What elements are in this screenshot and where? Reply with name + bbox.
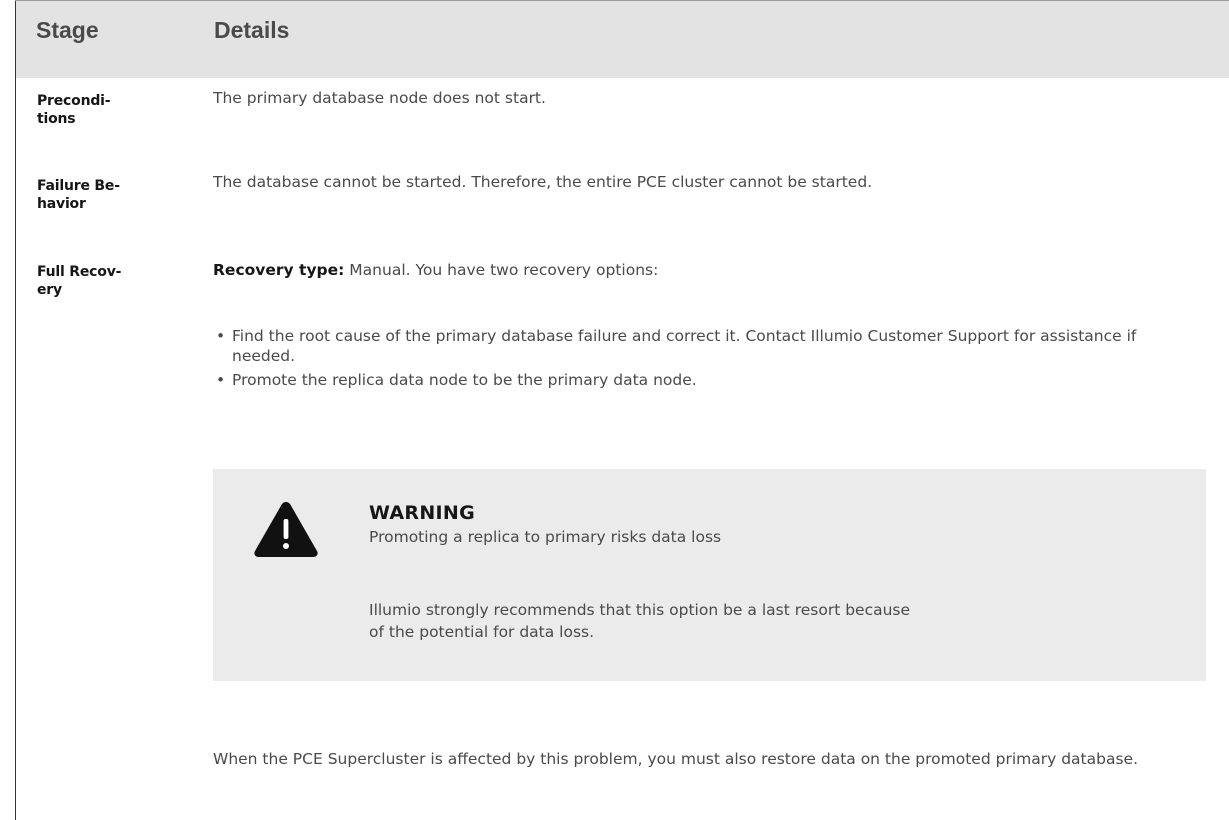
warning-title: WARNING xyxy=(369,502,476,524)
stage-failure-behavior: Failure Be- havior xyxy=(37,177,157,213)
list-item: • Find the root cause of the primary dat… xyxy=(216,326,1176,366)
recovery-type-label: Recovery type: xyxy=(213,261,345,279)
header-stage: Stage xyxy=(36,17,99,43)
recovery-options-list: • Find the root cause of the primary dat… xyxy=(216,326,1176,394)
stage-label-line: ery xyxy=(37,282,62,298)
document-page: Stage Details Precondi- tions The primar… xyxy=(0,0,1229,820)
bullet-glyph: • xyxy=(216,371,226,389)
stage-preconditions: Precondi- tions xyxy=(37,92,157,128)
header-details: Details xyxy=(214,17,290,43)
warning-subtitle: Promoting a replica to primary risks dat… xyxy=(369,528,722,546)
details-failure-behavior: The database cannot be started. Therefor… xyxy=(213,173,873,191)
stage-label-line: Full Recov- xyxy=(37,264,122,280)
recovery-option-text: Promote the replica data node to be the … xyxy=(232,371,697,389)
list-item: • Promote the replica data node to be th… xyxy=(216,370,1176,390)
warning-triangle-icon xyxy=(254,502,318,557)
stage-label-line: havior xyxy=(37,196,86,212)
stage-label-line: Failure Be- xyxy=(37,178,120,194)
details-preconditions: The primary database node does not start… xyxy=(213,89,546,107)
stage-label-line: tions xyxy=(37,111,76,127)
stage-full-recovery: Full Recov- ery xyxy=(37,263,157,299)
recovery-type-text: Manual. You have two recovery options: xyxy=(344,261,659,279)
bullet-glyph: • xyxy=(216,327,226,345)
table-header-row: Stage Details xyxy=(16,1,1229,78)
stage-label-line: Precondi- xyxy=(37,93,111,109)
warning-callout: WARNING Promoting a replica to primary r… xyxy=(213,469,1206,681)
table-left-border xyxy=(15,0,16,820)
supercluster-note: When the PCE Supercluster is affected by… xyxy=(213,750,1138,768)
recovery-option-text: Find the root cause of the primary datab… xyxy=(232,327,1137,365)
recovery-type-line: Recovery type: Manual. You have two reco… xyxy=(213,260,658,280)
warning-body: Illumio strongly recommends that this op… xyxy=(369,601,911,641)
